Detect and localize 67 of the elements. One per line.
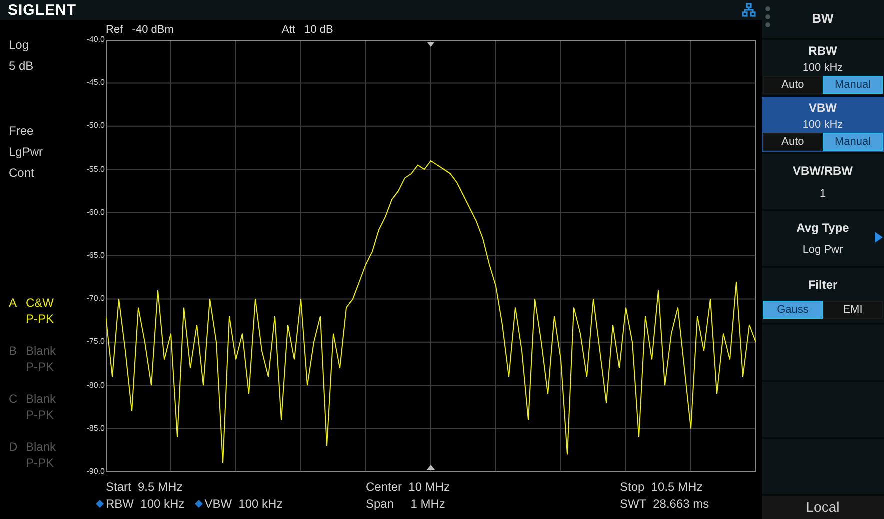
trace-detector: P-PK — [26, 407, 56, 423]
network-icon — [742, 3, 756, 17]
center-frequency: Center 10 MHz — [366, 480, 452, 494]
bandwidth-readout: RBW 100 kHz — [106, 497, 185, 511]
axis-tick-label: -65.0 — [86, 251, 105, 261]
scale-label: Log — [9, 38, 30, 52]
softkey[interactable]: VBW 100 kHz Auto Manual — [762, 97, 884, 152]
reference-level: Ref -40 dBm — [106, 22, 175, 38]
axis-tick-label: -90.0 — [86, 467, 105, 477]
trace-letter: B — [9, 343, 18, 360]
start-frequency: Start 9.5 MHz — [106, 480, 184, 494]
trace-detector: P-PK — [26, 359, 56, 375]
menu-title: BW — [812, 10, 834, 28]
stop-frequency: Stop 10.5 MHz — [620, 480, 703, 494]
center-marker-icon — [427, 42, 435, 47]
sweep-time: SWT 28.663 ms — [620, 497, 710, 511]
axis-tick-label: -45.0 — [86, 78, 105, 88]
trace-name: Blank — [26, 391, 56, 407]
softkey-value: Log Pwr — [802, 244, 844, 256]
option-button[interactable]: Auto — [763, 133, 823, 151]
trace-name: Blank — [26, 343, 56, 359]
trace-letter: D — [9, 439, 19, 456]
mode-label: Cont — [9, 166, 36, 180]
softkey-label: Filter — [808, 278, 838, 292]
axis-tick-label: -60.0 — [86, 208, 105, 218]
softkey-value: 100 kHz — [802, 62, 844, 74]
option-button[interactable]: Manual — [823, 133, 883, 151]
trace-name: Blank — [26, 439, 56, 455]
center-marker-icon — [427, 465, 435, 470]
trace-name: C&W — [26, 295, 54, 311]
brand-logo: SIGLENT — [8, 2, 77, 18]
attenuation: Att 10 dB — [282, 22, 334, 38]
mode-label: LgPwr — [9, 145, 44, 159]
submenu-arrow-icon — [875, 232, 883, 243]
status-label: Local — [762, 496, 884, 519]
bandwidth-readout: VBW 100 kHz — [204, 497, 283, 511]
trace-detector: P-PK — [26, 311, 54, 327]
softkey-label: Avg Type — [796, 221, 850, 235]
softkey[interactable]: VBW/RBW 1 — [762, 154, 884, 209]
softkey-value: 100 kHz — [802, 119, 844, 131]
option-button[interactable]: Gauss — [763, 301, 823, 319]
mode-label: Free — [9, 124, 35, 138]
softkey-label: RBW — [808, 44, 838, 58]
axis-tick-label: -75.0 — [86, 337, 105, 348]
softkey-label: VBW — [809, 101, 837, 115]
span-readout: Span 1 MHz — [366, 497, 446, 511]
option-button[interactable]: EMI — [823, 301, 883, 319]
more-dots-icon[interactable] — [765, 6, 771, 28]
axis-tick-label: -55.0 — [86, 164, 105, 175]
softkey-value: 1 — [820, 188, 826, 200]
trace-detector: P-PK — [26, 455, 56, 471]
softkey[interactable]: Filter Gauss EMI — [762, 268, 884, 323]
axis-tick-label: -85.0 — [86, 424, 105, 434]
option-button[interactable]: Manual — [823, 76, 883, 94]
trace-letter: A — [9, 295, 18, 312]
axis-tick-label: -70.0 — [86, 294, 105, 304]
axis-tick-label: -50.0 — [86, 121, 105, 132]
softkey-label: VBW/RBW — [793, 164, 853, 178]
axis-tick-label: -40.0 — [86, 35, 105, 45]
axis-tick-label: -80.0 — [86, 380, 105, 391]
diamond-icon — [95, 499, 105, 509]
softkey[interactable]: RBW 100 kHz Auto Manual — [762, 40, 884, 95]
scale-label: 5 dB — [9, 59, 35, 73]
trace-letter: C — [9, 391, 19, 408]
option-button[interactable]: Auto — [763, 76, 823, 94]
diamond-icon — [194, 499, 204, 509]
softkey[interactable]: Avg Type Log Pwr — [762, 211, 884, 266]
